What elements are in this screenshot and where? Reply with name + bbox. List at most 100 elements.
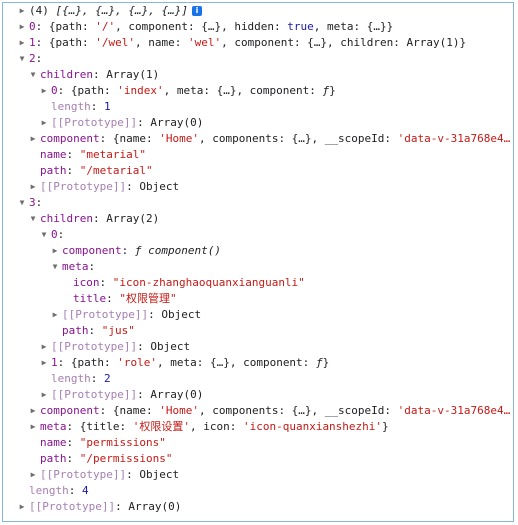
tree-row[interactable]: ▶ 1: {path: '/wel', name: 'wel', componen… [3, 35, 513, 51]
tree-row-text: name: "metarial" [40, 147, 146, 163]
property-key: length [29, 484, 69, 497]
tree-row-text: path: "jus" [62, 323, 135, 339]
property-key: path [40, 164, 67, 177]
console-object-viewer: ▶ (4) [{…}, {…}, {…}, {…}] i ▶ 0: {path: '/'… [2, 2, 514, 522]
expand-triangle-icon[interactable]: ▶ [28, 403, 38, 419]
tree-row-text: 0: {path: 'index', meta: {…}, component:… [51, 83, 336, 99]
tree-row[interactable]: ▶ 1: {path: 'role', meta: {…}, component:… [3, 355, 513, 371]
property-key: 1 [51, 356, 58, 369]
string-value: "icon-zhanghaoquanxianguanli" [112, 276, 305, 289]
tree-row-text: length: 2 [51, 371, 111, 387]
text: ƒ component() [134, 244, 221, 257]
string-value: "/permissions" [79, 452, 173, 465]
tree-row: path: "jus" [3, 323, 513, 339]
string-value: '/wel' [95, 36, 135, 49]
expand-triangle-icon[interactable]: ▶ [17, 19, 27, 35]
tree-row-text: [[Prototype]]: Array(0) [29, 499, 181, 515]
collapse-triangle-icon[interactable]: ▼ [28, 211, 38, 227]
text: : Object [126, 468, 180, 481]
tree-row[interactable]: ▶ component: ƒ component() [3, 243, 513, 259]
collapse-triangle-icon[interactable]: ▼ [17, 51, 27, 67]
expand-triangle-icon[interactable]: ▶ [17, 35, 27, 51]
property-key: 0 [51, 84, 58, 97]
property-key: 1 [29, 36, 36, 49]
tree-row[interactable]: ▶ (4) [{…}, {…}, {…}, {…}] i [3, 3, 513, 19]
text: } [382, 420, 389, 433]
expand-triangle-icon[interactable]: ▶ [39, 387, 49, 403]
tree-row[interactable]: ▶ [[Prototype]]: Object [3, 307, 513, 323]
property-key: path [62, 324, 89, 337]
collapse-triangle-icon[interactable]: ▼ [50, 259, 60, 275]
expand-triangle-icon[interactable]: ▶ [28, 179, 38, 195]
property-key: component [40, 132, 100, 145]
collapse-triangle-icon[interactable]: ▼ [28, 67, 38, 83]
property-key: meta [62, 260, 89, 273]
tree-row: path: "/permissions" [3, 451, 513, 467]
literal-value: 4 [82, 484, 89, 497]
text: [{…}, {…}, {…}, {…}] [55, 4, 188, 17]
tree-row[interactable]: ▼ 2: [3, 51, 513, 67]
expand-triangle-icon[interactable]: ▶ [50, 243, 60, 259]
tree-row[interactable]: ▼ children: Array(2) [3, 211, 513, 227]
tree-row-text: component: {name: 'Home', components: {…… [40, 403, 510, 419]
property-key: [[Prototype]] [51, 340, 138, 353]
tree-row[interactable]: ▶ component: {name: 'Home', components: {… [3, 403, 513, 419]
string-value: 'icon-quanxianshezhi' [242, 420, 383, 433]
property-key: children [40, 212, 93, 225]
expand-triangle-icon[interactable]: ▶ [28, 467, 38, 483]
expand-triangle-icon[interactable]: ▶ [17, 3, 27, 19]
tree-row[interactable]: ▶ [[Prototype]]: Object [3, 339, 513, 355]
tree-row[interactable]: ▶ component: {name: 'Home', components: {… [3, 131, 513, 147]
text: } [322, 356, 330, 369]
tree-row[interactable]: ▶ [[Prototype]]: Array(0) [3, 387, 513, 403]
text: : [88, 260, 96, 273]
tree-row-text: meta: [62, 259, 95, 275]
property-key: meta [40, 420, 67, 433]
text: : Object [137, 340, 191, 353]
tree-row: length: 2 [3, 371, 513, 387]
tree-row[interactable]: ▼ 0: [3, 227, 513, 243]
text: , components: {…}, __scopeId: [198, 404, 398, 417]
expand-triangle-icon[interactable]: ▶ [50, 307, 60, 323]
tree-row[interactable]: ▶ [[Prototype]]: Array(0) [3, 499, 513, 515]
tree-row[interactable]: ▶ [[Prototype]]: Object [3, 467, 513, 483]
tree-row[interactable]: ▼ 3: [3, 195, 513, 211]
tree-row-text: 2: [29, 51, 42, 67]
tree-row[interactable]: ▶ 0: {path: '/', component: {…}, hidden: … [3, 19, 513, 35]
expand-triangle-icon[interactable]: ▶ [39, 115, 49, 131]
expand-triangle-icon[interactable]: ▶ [28, 419, 38, 435]
expand-triangle-icon[interactable]: ▶ [28, 131, 38, 147]
tree-row[interactable]: ▼ meta: [3, 259, 513, 275]
string-value: 'role' [117, 356, 157, 369]
property-key: 3 [29, 196, 36, 209]
collapse-triangle-icon[interactable]: ▼ [17, 195, 27, 211]
expand-triangle-icon[interactable]: ▶ [39, 355, 49, 371]
tree-row-text: (4) [{…}, {…}, {…}, {…}] i [29, 3, 202, 19]
tree-row-text: meta: {title: '权限设置', icon: 'icon-quanxi… [40, 419, 389, 435]
expand-triangle-icon[interactable]: ▶ [39, 83, 49, 99]
expand-triangle-icon[interactable]: ▶ [39, 339, 49, 355]
collapse-triangle-icon[interactable]: ▼ [39, 227, 49, 243]
text: : [88, 324, 102, 337]
text: : {path: [35, 20, 96, 33]
tree-row[interactable]: ▼ children: Array(1) [3, 67, 513, 83]
expand-triangle-icon[interactable]: ▶ [17, 499, 27, 515]
string-value: 'data-v-31a768e4… [397, 132, 511, 145]
tree-row[interactable]: ▶ [[Prototype]]: Array(0) [3, 115, 513, 131]
property-key: [[Prototype]] [29, 500, 116, 513]
property-key: name [40, 436, 67, 449]
tree-row[interactable]: ▶ meta: {title: '权限设置', icon: 'icon-quanx… [3, 419, 513, 435]
text: : Array(0) [137, 116, 204, 129]
tree-row-text: children: Array(2) [40, 211, 159, 227]
literal-value: 2 [104, 372, 111, 385]
info-icon[interactable]: i [191, 6, 202, 16]
tree-row[interactable]: ▶ [[Prototype]]: Object [3, 179, 513, 195]
tree-row[interactable]: ▶ 0: {path: 'index', meta: {…}, component… [3, 83, 513, 99]
tree-row-text: path: "/metarial" [40, 163, 153, 179]
